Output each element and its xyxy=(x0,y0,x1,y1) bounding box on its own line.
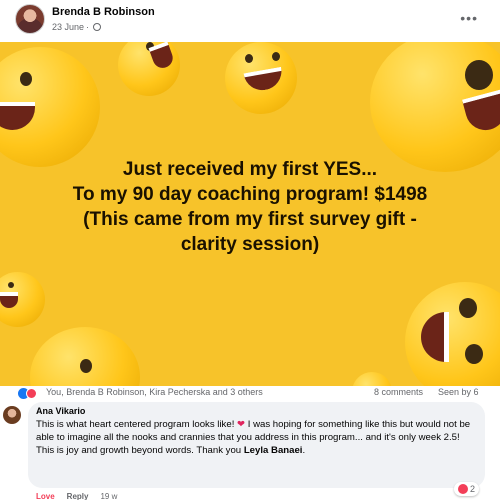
post-meta: 23 June · xyxy=(52,22,102,32)
post-text-line: Just received my first YES... xyxy=(122,159,378,180)
commenter-avatar[interactable] xyxy=(3,406,21,424)
emoji-top-right xyxy=(370,42,500,172)
emoji-bottom-center-left xyxy=(30,327,140,386)
post-image[interactable]: Just received my first YES... To my 90 d… xyxy=(0,42,500,386)
meta-separator: · xyxy=(86,22,90,32)
post-text-line: To my 90 day coaching program! $1498 xyxy=(72,184,428,205)
seen-by[interactable]: Seen by 6 xyxy=(438,387,479,397)
comment-text-part: This is what heart centered program look… xyxy=(36,419,238,430)
emoji-top-center xyxy=(225,42,297,114)
post-author[interactable]: Brenda B Robinson xyxy=(52,6,155,18)
post-date[interactable]: 23 June xyxy=(52,22,84,32)
comment-bubble: Ana Vikario This is what heart centered … xyxy=(28,402,485,488)
comment-text-part: . xyxy=(302,445,306,456)
more-options-button[interactable]: ••• xyxy=(460,10,478,26)
love-button[interactable]: Love xyxy=(36,492,55,500)
heart-emoji-icon: ❤ xyxy=(237,419,246,430)
emoji-top-mid-left xyxy=(118,42,180,96)
comment-reaction-count: 2 xyxy=(470,484,476,494)
emoji-bottom-left xyxy=(0,272,45,327)
love-icon xyxy=(26,388,37,399)
reaction-names[interactable]: You, Brenda B Robinson, Kira Pecherska a… xyxy=(46,387,263,397)
comments-count[interactable]: 8 comments xyxy=(374,387,423,397)
author-avatar[interactable] xyxy=(15,4,45,34)
emoji-top-left xyxy=(0,47,100,167)
comment-author[interactable]: Ana Vikario xyxy=(36,406,477,416)
comment-reaction-badge[interactable]: 2 xyxy=(454,482,480,496)
comment-actions: Love Reply 19 w xyxy=(36,492,117,500)
mention-link[interactable]: Leyla Banaei xyxy=(244,445,303,456)
globe-icon xyxy=(93,23,102,31)
reaction-icons[interactable] xyxy=(18,388,37,399)
comment-time[interactable]: 19 w xyxy=(100,492,117,500)
post-header: Brenda B Robinson 23 June · ••• xyxy=(0,0,500,42)
post-text-line: clarity session) xyxy=(180,234,320,255)
post-text-line: (This came from my first survey gift - xyxy=(83,209,417,230)
emoji-bottom-mid xyxy=(352,372,392,386)
reactions-bar: You, Brenda B Robinson, Kira Pecherska a… xyxy=(0,386,500,400)
emoji-bottom-right xyxy=(405,282,500,386)
love-icon xyxy=(458,484,468,494)
post-image-text: Just received my first YES... To my 90 d… xyxy=(0,157,500,257)
reply-button[interactable]: Reply xyxy=(67,492,89,500)
comment-text: This is what heart centered program look… xyxy=(36,418,477,457)
